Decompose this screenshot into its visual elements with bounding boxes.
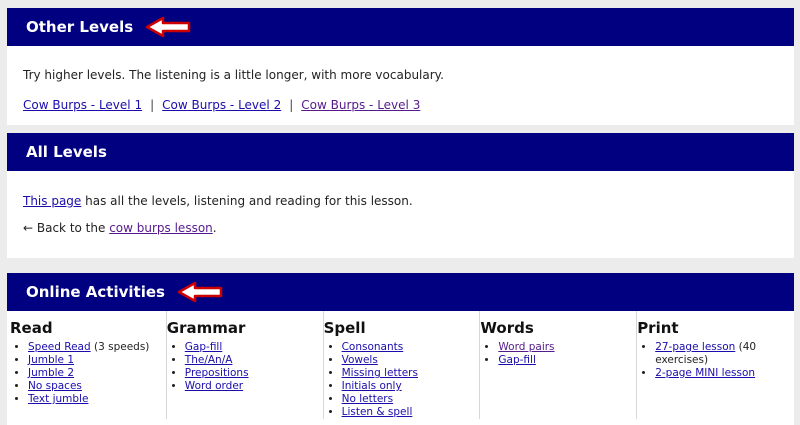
level-2-link[interactable]: Cow Burps - Level 2 — [162, 98, 281, 112]
words-column: Words Word pairs Gap-fill — [480, 311, 638, 419]
list-item: Gap-fill — [498, 354, 636, 367]
no-spaces-link[interactable]: No spaces — [28, 380, 82, 392]
print-column: Print 27-page lesson (40 exercises) 2-pa… — [637, 311, 794, 419]
level-3-link[interactable]: Cow Burps - Level 3 — [301, 98, 420, 112]
online-activities-section: Online Activities Read Speed Read (3 spe… — [7, 273, 794, 425]
print-heading: Print — [637, 319, 679, 337]
the-an-a-link[interactable]: The/An/A — [185, 354, 233, 366]
activity-columns: Read Speed Read (3 speeds) Jumble 1 Jumb… — [7, 311, 794, 419]
list-item: Gap-fill — [185, 341, 323, 354]
vowels-link[interactable]: Vowels — [342, 354, 378, 366]
level-1-link[interactable]: Cow Burps - Level 1 — [23, 98, 142, 112]
consonants-link[interactable]: Consonants — [342, 341, 404, 353]
this-page-link[interactable]: This page — [23, 194, 81, 208]
speed-read-link[interactable]: Speed Read — [28, 341, 91, 353]
list-item: Jumble 2 — [28, 367, 166, 380]
list-item: Missing letters — [342, 367, 480, 380]
grammar-heading: Grammar — [166, 319, 246, 337]
list-item: Listen & spell — [342, 406, 480, 419]
online-activities-header: Online Activities — [7, 273, 794, 311]
27-page-lesson-link[interactable]: 27-page lesson — [655, 341, 735, 353]
list-item: Prepositions — [185, 367, 323, 380]
word-pairs-link[interactable]: Word pairs — [498, 341, 554, 353]
list-item: 27-page lesson (40 exercises) — [655, 341, 794, 367]
list-item: Initials only — [342, 380, 480, 393]
list-item: 2-page MINI lesson — [655, 367, 794, 380]
prepositions-link[interactable]: Prepositions — [185, 367, 249, 379]
jumble-1-link[interactable]: Jumble 1 — [28, 354, 74, 366]
no-letters-link[interactable]: No letters — [342, 393, 393, 405]
separator: | — [150, 98, 155, 112]
spell-heading: Spell — [323, 319, 366, 337]
list-item: Text jumble — [28, 393, 166, 406]
grammar-column: Grammar Gap-fill The/An/A Prepositions W… — [167, 311, 324, 419]
missing-letters-link[interactable]: Missing letters — [342, 367, 418, 379]
word-order-link[interactable]: Word order — [185, 380, 243, 392]
all-levels-title: All Levels — [26, 143, 107, 161]
all-levels-header: All Levels — [7, 133, 794, 171]
list-item: The/An/A — [185, 354, 323, 367]
all-levels-section: All Levels This page has all the levels,… — [7, 133, 794, 258]
list-item: Word order — [185, 380, 323, 393]
cow-burps-lesson-link[interactable]: cow burps lesson — [109, 221, 213, 235]
spell-column: Spell Consonants Vowels Missing letters … — [324, 311, 481, 419]
gap-fill-link[interactable]: Gap-fill — [185, 341, 222, 353]
text-jumble-link[interactable]: Text jumble — [28, 393, 88, 405]
list-item: Speed Read (3 speeds) — [28, 341, 166, 354]
words-heading: Words — [480, 319, 534, 337]
back-link-line: ← Back to the cow burps lesson. — [23, 221, 217, 235]
list-item: No spaces — [28, 380, 166, 393]
gap-fill-link[interactable]: Gap-fill — [498, 354, 535, 366]
list-item: Word pairs — [498, 341, 636, 354]
list-item: No letters — [342, 393, 480, 406]
list-item: Vowels — [342, 354, 480, 367]
left-arrow-icon — [143, 16, 191, 38]
all-levels-text: This page has all the levels, listening … — [23, 194, 413, 208]
list-item: Jumble 1 — [28, 354, 166, 367]
other-levels-header: Other Levels — [7, 8, 794, 46]
jumble-2-link[interactable]: Jumble 2 — [28, 367, 74, 379]
left-arrow-icon — [175, 281, 223, 303]
other-levels-text: Try higher levels. The listening is a li… — [23, 68, 444, 82]
list-item: Consonants — [342, 341, 480, 354]
2-page-mini-lesson-link[interactable]: 2-page MINI lesson — [655, 367, 755, 379]
read-heading: Read — [10, 319, 53, 337]
separator: | — [289, 98, 294, 112]
read-column: Read Speed Read (3 speeds) Jumble 1 Jumb… — [10, 311, 167, 419]
other-levels-section: Other Levels Try higher levels. The list… — [7, 8, 794, 125]
listen-spell-link[interactable]: Listen & spell — [342, 406, 413, 418]
online-activities-title: Online Activities — [26, 283, 165, 301]
other-levels-title: Other Levels — [26, 18, 134, 36]
initials-only-link[interactable]: Initials only — [342, 380, 402, 392]
